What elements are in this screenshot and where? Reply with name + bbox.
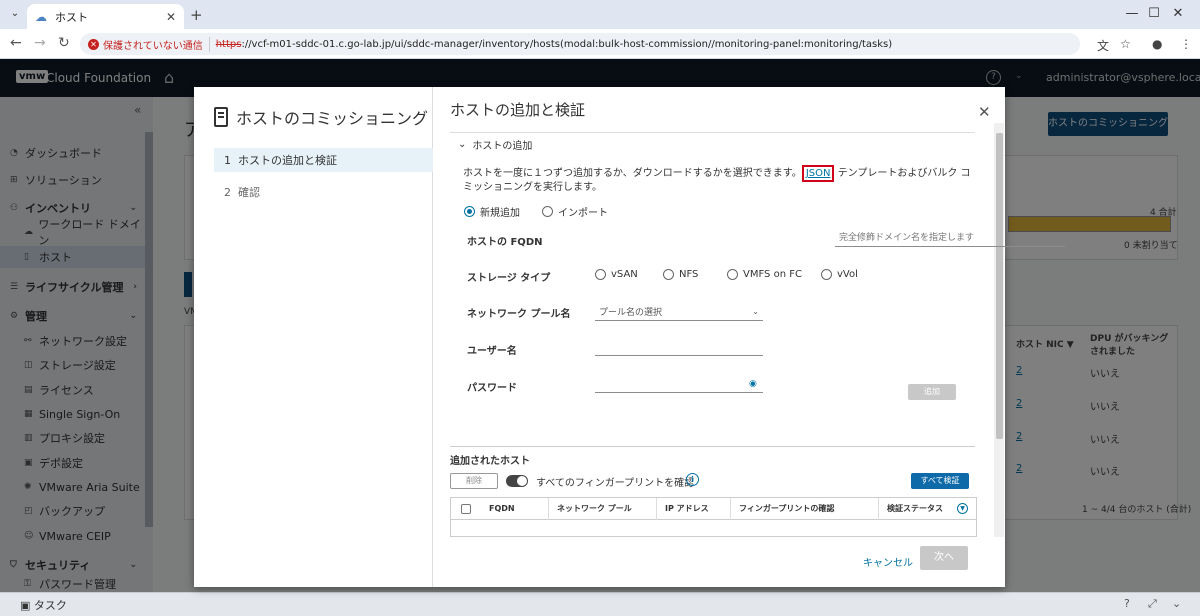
col-ip-address[interactable]: IP アドレス (656, 498, 734, 520)
json-template-link[interactable]: JSON (801, 165, 835, 182)
tasks-icon: ▣ (20, 599, 31, 612)
fingerprint-toggle-label: すべてのフィンガープリントを確認 (536, 478, 695, 489)
password-input[interactable] (595, 375, 763, 393)
browser-toolbar: ← → ↻ ✕ 保護されていない通信 https://vcf-m01-sddc-… (0, 29, 1200, 59)
cancel-button[interactable]: キャンセル (863, 554, 913, 569)
section-divider (450, 446, 975, 447)
fingerprint-toggle[interactable] (506, 475, 528, 487)
browser-tab[interactable]: ☁ ホスト ✕ (27, 4, 184, 29)
cloud-icon: ☁ (35, 9, 47, 24)
wizard-steps-panel: ホストのコミッショニング 1 ホストの追加と検証 2 確認 (194, 87, 433, 587)
radio-unselected[interactable] (542, 206, 553, 217)
window-close-icon[interactable]: ✕ (1156, 0, 1200, 29)
network-pool-label: ネットワーク プール名 (467, 309, 571, 320)
tab-list-icon[interactable]: ⌄ (6, 5, 24, 23)
filter-icon[interactable]: ▼ (957, 503, 968, 514)
chevron-down-icon: ⌄ (752, 307, 759, 316)
tab-close-icon[interactable]: ✕ (166, 10, 176, 24)
added-hosts-title: 追加されたホスト (450, 456, 530, 467)
username-label: ユーザー名 (467, 346, 517, 357)
delete-button[interactable]: 削除 (450, 473, 498, 489)
scrollbar-thumb[interactable] (996, 133, 1003, 439)
tasks-toggle[interactable]: ▣ タスク (20, 597, 67, 613)
radio-add-new[interactable]: 新規追加 (464, 204, 520, 219)
fqdn-input[interactable] (835, 229, 1065, 247)
tab-title: ホスト (55, 10, 88, 24)
added-hosts-table: FQDN ネットワーク プール IP アドレス フィンガープリントの確認 検証ス… (450, 497, 977, 537)
server-icon (214, 107, 228, 127)
page-title: ホストの追加と検証 (450, 101, 586, 119)
verify-all-button[interactable]: すべて検証 (911, 473, 969, 489)
password-label: パスワード (467, 383, 517, 394)
storage-nfs[interactable]: NFS (663, 269, 698, 280)
address-bar[interactable]: ✕ 保護されていない通信 https://vcf-m01-sddc-01.c.g… (80, 33, 1080, 55)
translate-icon[interactable]: 文 (1097, 37, 1109, 54)
security-warning[interactable]: ✕ 保護されていない通信 (88, 36, 210, 52)
storage-vsan[interactable]: vSAN (595, 269, 638, 280)
col-fingerprint[interactable]: フィンガープリントの確認 (730, 498, 878, 520)
warning-icon: ✕ (88, 38, 99, 50)
tasks-bar: ▣ タスク ? ⤢ ⌄ (0, 592, 1200, 616)
select-all-checkbox[interactable] (461, 504, 471, 514)
commission-hosts-modal: ホストのコミッショニング 1 ホストの追加と検証 2 確認 ホストの追加と検証 … (194, 87, 1065, 587)
radio-import[interactable]: インポート (542, 204, 608, 219)
wizard-step-review[interactable]: 2 確認 (214, 180, 433, 204)
add-host-description: ホストを一度に１つずつ追加するか、ダウンロードするかを選択できます。 JSON テ… (463, 165, 973, 195)
reload-icon[interactable]: ↻ (58, 35, 70, 51)
wizard-content: ホストの追加と検証 ✕ ⌄ ホストの追加 ホストを一度に１つずつ追加するか、ダウ… (433, 87, 1065, 587)
wizard-title: ホストのコミッショニング (214, 105, 428, 129)
col-network-pool[interactable]: ネットワーク プール (548, 498, 648, 520)
back-icon[interactable]: ← (10, 35, 22, 51)
close-icon[interactable]: ✕ (978, 103, 991, 121)
forward-icon[interactable]: → (34, 35, 46, 51)
browser-tabbar: ⌄ ☁ ホスト ✕ + — ☐ ✕ (0, 0, 1200, 29)
info-icon[interactable]: i (686, 473, 699, 486)
profile-icon[interactable]: ● (1152, 37, 1162, 51)
expand-icon[interactable]: ⤢ (1148, 597, 1157, 611)
browser-menu-icon[interactable]: ⋮ (1180, 37, 1192, 51)
bookmark-star-icon[interactable]: ☆ (1120, 37, 1131, 51)
chevron-down-icon: ⌄ (458, 139, 467, 150)
eye-icon[interactable]: ◉ (749, 379, 757, 389)
radio-selected[interactable] (464, 206, 475, 217)
storage-type-label: ストレージ タイプ (467, 273, 551, 284)
username-input[interactable] (595, 338, 763, 356)
table-header: FQDN ネットワーク プール IP アドレス フィンガープリントの確認 検証ス… (451, 498, 976, 520)
help-icon[interactable]: ? (1124, 597, 1130, 610)
add-host-section-header[interactable]: ⌄ ホストの追加 (450, 132, 975, 156)
storage-vvol[interactable]: vVol (821, 269, 858, 280)
new-tab-icon[interactable]: + (190, 6, 203, 24)
add-button[interactable]: 追加 (908, 384, 956, 400)
storage-vmfs-fc[interactable]: VMFS on FC (727, 269, 802, 280)
wizard-step-add-validate[interactable]: 1 ホストの追加と検証 (214, 148, 433, 172)
next-button[interactable]: 次へ (920, 546, 968, 570)
network-pool-select[interactable]: プール名の選択 ⌄ (595, 303, 763, 321)
fqdn-label: ホストの FQDN (467, 237, 543, 248)
url-text: https://vcf-m01-sddc-01.c.go-lab.jp/ui/s… (215, 38, 893, 50)
close-panel-icon[interactable]: ⌄ (1172, 597, 1181, 610)
